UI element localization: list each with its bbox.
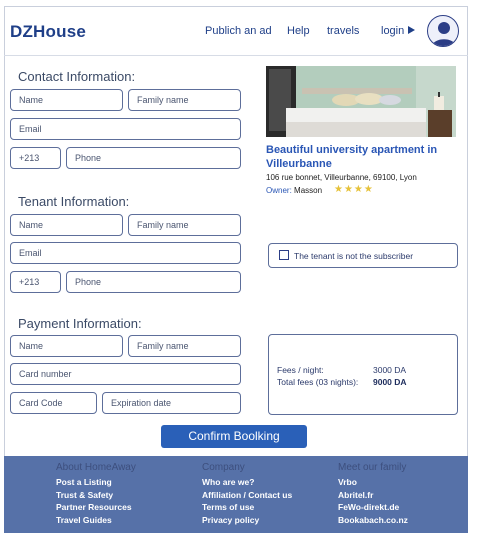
footer-link[interactable]: Travel Guides [56,514,136,527]
contact-email-input[interactable] [10,118,241,140]
footer-link[interactable]: Bookabach.co.nz [338,514,408,527]
card-number-input[interactable] [10,363,241,385]
footer-column-about: About HomeAway Post a Listing Trust & Sa… [56,462,136,526]
tenant-phone-code-input[interactable] [10,271,61,293]
nav-travels[interactable]: travels [327,25,359,37]
brand-logo[interactable]: DZHouse [10,22,86,42]
nav-help[interactable]: Help [287,25,310,37]
footer-link[interactable]: Who are we? [202,476,292,489]
footer-heading: Company [202,462,245,473]
tenant-name-input[interactable] [10,214,123,236]
footer-link[interactable]: Affiliation / Contact us [202,489,292,502]
contact-family-name-input[interactable] [128,89,241,111]
footer-heading: Meet our family [338,462,407,473]
expiration-date-input[interactable] [102,392,241,414]
footer-column-family: Meet our family Vrbo Abritel.fr FeWo-dir… [338,462,408,526]
payment-name-input[interactable] [10,335,123,357]
listing-photo[interactable] [266,66,456,137]
footer-link[interactable]: Privacy policy [202,514,292,527]
contact-name-input[interactable] [10,89,123,111]
owner-name: Masson [294,186,323,195]
fee-night-label: Fees / night: [277,365,324,375]
card-code-input[interactable] [10,392,97,414]
triangle-right-icon [408,26,416,34]
tenant-section-title: Tenant Information: [18,194,130,209]
fee-total-value: 9000 DA [373,377,407,387]
star-icon: ★★★★ [334,184,374,195]
tenant-phone-input[interactable] [66,271,241,293]
footer-heading: About HomeAway [56,462,136,473]
confirm-booking-button[interactable]: Confirm Boolking [161,425,307,448]
listing-address: 106 rue bonnet, Villeurbanne, 69100, Lyo… [266,173,417,182]
contact-phone-code-input[interactable] [10,147,61,169]
nav-publish-ad[interactable]: Publich an ad [205,25,272,37]
user-avatar-icon[interactable] [427,15,459,47]
payment-section-title: Payment Information: [18,316,142,331]
tenant-not-subscriber-label: The tenant is not the subscriber [294,251,414,261]
footer-link[interactable]: Vrbo [338,476,408,489]
listing-title[interactable]: Beautiful university apartment in Villeu… [266,143,461,171]
footer: About HomeAway Post a Listing Trust & Sa… [4,456,468,533]
fee-total-label: Total fees (03 nights): [277,377,359,387]
contact-section-title: Contact Information: [18,69,136,84]
tenant-family-name-input[interactable] [128,214,241,236]
footer-link[interactable]: Trust & Safety [56,489,136,502]
header-divider [4,55,468,56]
footer-link[interactable]: Terms of use [202,501,292,514]
payment-family-name-input[interactable] [128,335,241,357]
listing-owner: Owner: Masson [266,186,322,195]
footer-column-company: Company Who are we? Affiliation / Contac… [202,462,292,526]
checkbox-icon[interactable] [279,250,289,260]
fee-night-value: 3000 DA [373,365,407,375]
login-label: login [381,25,405,37]
footer-link[interactable]: Partner Resources [56,501,136,514]
footer-link[interactable]: FeWo-direkt.de [338,501,408,514]
tenant-email-input[interactable] [10,242,241,264]
contact-phone-input[interactable] [66,147,241,169]
nav-login[interactable]: login [381,25,416,37]
footer-link[interactable]: Abritel.fr [338,489,408,502]
owner-label: Owner: [266,186,292,195]
fees-summary: Fees / night: 3000 DA Total fees (03 nig… [268,334,458,415]
tenant-not-subscriber-option[interactable]: The tenant is not the subscriber [268,243,458,268]
footer-link[interactable]: Post a Listing [56,476,136,489]
